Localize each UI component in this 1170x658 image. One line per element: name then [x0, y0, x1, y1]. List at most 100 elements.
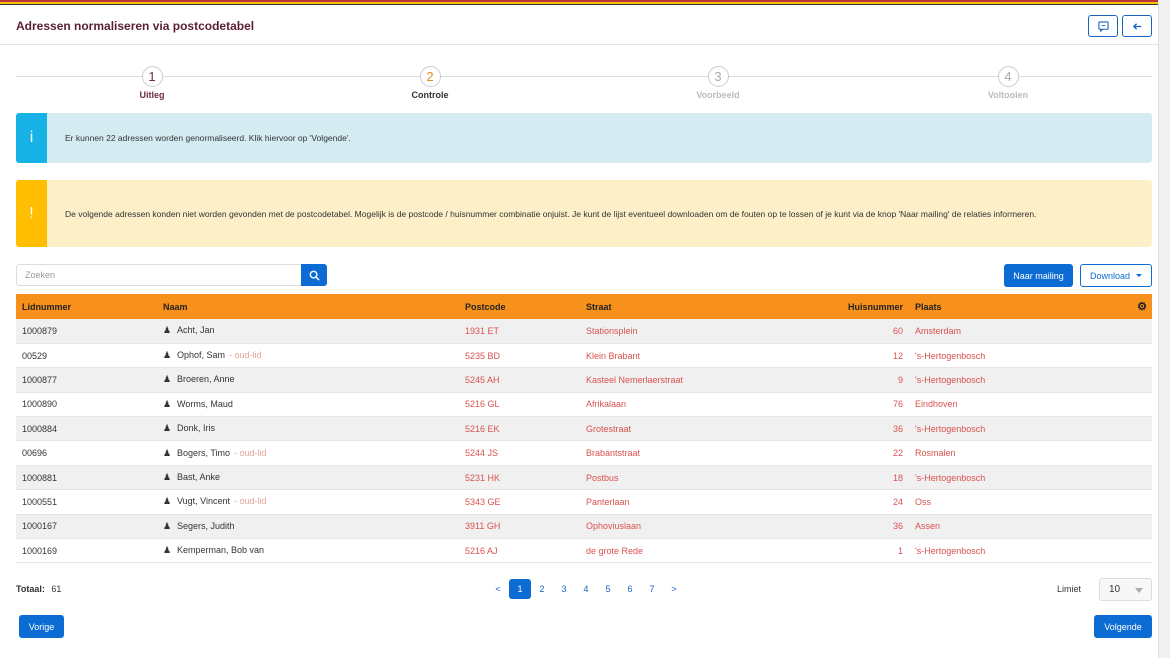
page-5[interactable]: 5 [597, 579, 619, 599]
cell-plaats: Eindhoven [909, 392, 1152, 418]
window-scrollbar[interactable] [1158, 0, 1170, 658]
step-number: 3 [707, 66, 729, 87]
col-straat[interactable]: Straat [580, 294, 740, 319]
member-name[interactable]: Ophof, Sam [177, 350, 225, 360]
cell-postcode: 5216 EK [459, 416, 580, 442]
page-1[interactable]: 1 [509, 579, 531, 599]
cell-lidnummer: 1000879 [16, 319, 157, 344]
member-name[interactable]: Worms, Maud [177, 399, 233, 409]
cell-huisnummer: 60 [740, 319, 909, 344]
total-label: Totaal: [16, 584, 45, 594]
caret-down-icon [1135, 588, 1143, 593]
table-row[interactable]: 1000881 ♟ Bast, Anke 5231 HK Postbus 18's-Her… [16, 465, 1152, 491]
cell-plaats: 's-Hertogenbosch [909, 538, 1152, 564]
member-name[interactable]: Bast, Anke [177, 472, 220, 482]
page-next[interactable]: > [663, 579, 685, 599]
step-uitleg[interactable]: 1 Uitleg [92, 66, 212, 100]
member-name[interactable]: Acht, Jan [177, 325, 215, 335]
step-controle[interactable]: 2 Controle [370, 66, 490, 100]
cell-lidnummer: 1000551 [16, 489, 157, 515]
cell-huisnummer: 12 [740, 343, 909, 369]
member-name[interactable]: Bogers, Timo [177, 448, 230, 458]
person-icon: ♟ [163, 398, 172, 409]
table-row[interactable]: 1000877 ♟ Broeren, Anne 5245 AH Kasteel Neme… [16, 367, 1152, 393]
page-4[interactable]: 4 [575, 579, 597, 599]
previous-button[interactable]: Vorige [19, 615, 64, 638]
cell-huisnummer: 76 [740, 392, 909, 418]
table-row[interactable]: 1000169 ♟ Kemperman, Bob van 5216 AJ de grot… [16, 538, 1152, 564]
person-icon: ♟ [163, 374, 172, 385]
total-value: 61 [51, 584, 62, 594]
cell-lidnummer: 00696 [16, 440, 157, 466]
member-name[interactable]: Donk, Iris [177, 423, 215, 433]
table-row[interactable]: 1000167 ♟ Segers, Judith 3911 GH Ophoviuslaa… [16, 514, 1152, 540]
limit-select[interactable]: 10 [1099, 578, 1152, 601]
step-label: Controle [411, 90, 449, 100]
person-icon: ♟ [163, 472, 172, 483]
person-icon: ♟ [163, 447, 172, 458]
cell-lidnummer: 1000169 [16, 538, 157, 564]
oud-lid-badge: - oud-lid [234, 496, 267, 507]
table-row[interactable]: 1000879 ♟ Acht, Jan 1931 ET Stationsplein 60 A… [16, 319, 1152, 344]
cell-naam: ♟ Broeren, Anne [157, 367, 459, 393]
member-name[interactable]: Segers, Judith [177, 521, 235, 531]
col-naam[interactable]: Naam [157, 294, 459, 319]
download-button[interactable]: Download [1080, 264, 1152, 287]
search-button[interactable] [301, 264, 327, 286]
cell-lidnummer: 1000881 [16, 465, 157, 491]
cell-huisnummer: 9 [740, 367, 909, 393]
cell-lidnummer: 1000890 [16, 392, 157, 418]
page-title: Adressen normaliseren via postcodetabel [16, 19, 255, 33]
step-number: 2 [419, 66, 441, 87]
limit-label: Limiet [1057, 584, 1082, 594]
member-name[interactable]: Kemperman, Bob van [177, 545, 264, 555]
search-input[interactable]: Zoeken [16, 264, 301, 286]
cell-postcode: 5216 AJ [459, 538, 580, 564]
pagination: <1 2 3 4 5 6 7 > [487, 579, 685, 599]
cell-postcode: 5216 GL [459, 392, 580, 418]
naar-mailing-button[interactable]: Naar mailing [1004, 264, 1073, 287]
cell-straat: Afrikalaan [580, 392, 740, 418]
cell-naam: ♟ Segers, Judith [157, 514, 459, 540]
page-header: Adressen normaliseren via postcodetabel [0, 5, 1158, 45]
col-plaats[interactable]: Plaats ⚙ [909, 294, 1152, 319]
step-voltooien[interactable]: 4 Voltooien [948, 66, 1068, 100]
step-number: 4 [997, 66, 1019, 87]
step-voorbeeld[interactable]: 3 Voorbeeld [658, 66, 778, 100]
cell-naam: ♟ Donk, Iris [157, 416, 459, 442]
gear-icon[interactable]: ⚙ [1137, 300, 1147, 313]
table-row[interactable]: 1000551 ♟ Vugt, Vincent - oud-lid 5343 GE Pan… [16, 489, 1152, 515]
page-prev[interactable]: < [487, 579, 509, 599]
comment-icon [1097, 20, 1109, 32]
cell-huisnummer: 22 [740, 440, 909, 466]
member-name[interactable]: Vugt, Vincent [177, 496, 230, 506]
cell-lidnummer: 00529 [16, 343, 157, 369]
cell-plaats: Oss [909, 489, 1152, 515]
cell-lidnummer: 1000167 [16, 514, 157, 540]
cell-straat: Panterlaan [580, 489, 740, 515]
person-icon: ♟ [163, 423, 172, 434]
col-postcode[interactable]: Postcode [459, 294, 580, 319]
table-row[interactable]: 1000890 ♟ Worms, Maud 5216 GL Afrikalaan 76 Ei… [16, 392, 1152, 418]
comment-button[interactable] [1088, 15, 1118, 37]
info-icon: i [16, 113, 47, 163]
cell-postcode: 5235 BD [459, 343, 580, 369]
page-2[interactable]: 2 [531, 579, 553, 599]
table-row[interactable]: 00696 ♟ Bogers, Timo - oud-lid 5244 JS Braban… [16, 440, 1152, 466]
table-row[interactable]: 00529 ♟ Ophof, Sam - oud-lid 5235 BD Klein Br… [16, 343, 1152, 369]
page-6[interactable]: 6 [619, 579, 641, 599]
caret-down-icon [1136, 274, 1143, 277]
table-row[interactable]: 1000884 ♟ Donk, Iris 5216 EK Grotestraat 36's… [16, 416, 1152, 442]
col-huisnummer[interactable]: Huisnummer [740, 294, 909, 319]
member-name[interactable]: Broeren, Anne [177, 374, 235, 384]
page-7[interactable]: 7 [641, 579, 663, 599]
cell-naam: ♟ Kemperman, Bob van [157, 538, 459, 564]
col-lidnummer[interactable]: Lidnummer [16, 294, 157, 319]
cell-naam: ♟ Ophof, Sam - oud-lid [157, 343, 459, 369]
cell-plaats: Assen [909, 514, 1152, 540]
page-3[interactable]: 3 [553, 579, 575, 599]
cell-naam: ♟ Bogers, Timo - oud-lid [157, 440, 459, 466]
back-button[interactable] [1122, 15, 1152, 37]
next-button[interactable]: Volgende [1094, 615, 1152, 638]
total-count: Totaal: 61 [16, 584, 61, 594]
